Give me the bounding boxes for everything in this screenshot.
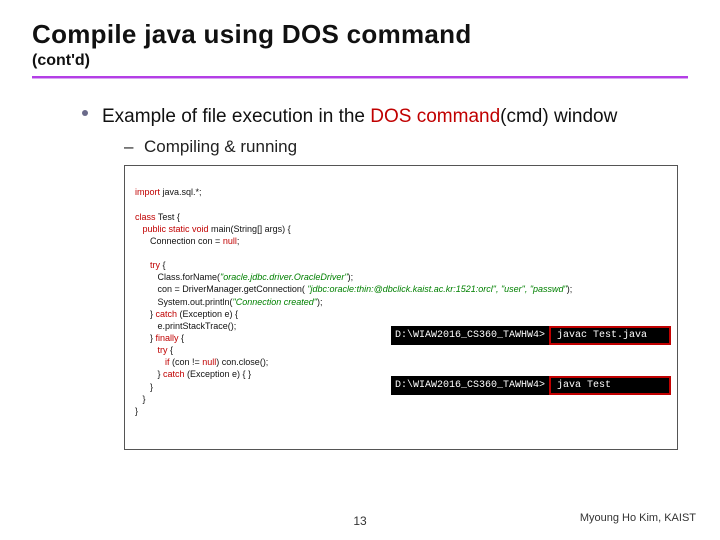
sub-bullet-row: – Compiling & running (82, 137, 678, 157)
code-t: } (135, 369, 163, 379)
dash-icon: – (124, 137, 138, 157)
code-t: e.printStackTrace(); (135, 321, 236, 331)
code-t: { (179, 333, 185, 343)
bullet-row: Example of file execution in the DOS com… (82, 101, 678, 133)
code-kw: catch (156, 309, 178, 319)
code-kw: null (202, 357, 216, 367)
code-t: (Exception e) { (177, 309, 238, 319)
code-t: java.sql.*; (160, 187, 202, 197)
bullet-text: Example of file execution in the DOS com… (102, 101, 617, 133)
code-t: Class.forName( (135, 272, 220, 282)
code-t: } (135, 333, 156, 343)
slide-subtitle: (cont'd) (32, 52, 688, 70)
code-str: "oracle.jdbc.driver.OracleDriver" (220, 272, 348, 282)
code-kw: catch (163, 369, 185, 379)
cmd-prompt: D:\WIAW2016_CS360_TAWHW4> (391, 376, 549, 396)
bullet-emph: DOS command (370, 106, 500, 127)
code-t: System.out.println( (135, 297, 233, 307)
content-body: Example of file execution in the DOS com… (32, 101, 688, 450)
code-t: } (135, 406, 138, 416)
code-t: Test { (156, 212, 180, 222)
slide-title: Compile java using DOS command (32, 20, 688, 50)
code-str: "Connection created" (233, 297, 317, 307)
code-t: con = DriverManager.getConnection( (135, 284, 307, 294)
code-box: import java.sql.*; class Test { public s… (124, 165, 678, 450)
code-t: ) con.close(); (216, 357, 268, 367)
code-str: "jdbc:oracle:thin:@dbclick.kaist.ac.kr:1… (307, 284, 566, 294)
cmd-input: javac Test.java (549, 326, 671, 346)
code-t: Connection con = (135, 236, 223, 246)
cmd-line: D:\WIAW2016_CS360_TAWHW4> javac Test.jav… (391, 326, 671, 346)
code-t: ); (567, 284, 573, 294)
code-t: main(String[] args) { (209, 224, 291, 234)
cmd-input: java Test (549, 376, 671, 396)
bullet-prefix: Example of file execution in the (102, 106, 370, 127)
footer-credit: Myoung Ho Kim, KAIST (580, 512, 696, 524)
cmd-line: D:\WIAW2016_CS360_TAWHW4> java Test (391, 376, 671, 396)
code-kw: null (223, 236, 237, 246)
code-t: ); (348, 272, 354, 282)
code-t: { (168, 345, 174, 355)
title-divider (32, 76, 688, 79)
sub-bullet-text: Compiling & running (144, 137, 297, 157)
code-t: { (160, 260, 166, 270)
code-kw: finally (156, 333, 179, 343)
code-kw: if (135, 357, 170, 367)
code-t: (con != (170, 357, 203, 367)
code-kw: public static void (135, 224, 209, 234)
code-t: } (135, 309, 156, 319)
code-kw: try (135, 260, 160, 270)
code-t: (Exception e) { } (185, 369, 252, 379)
code-t: } (135, 382, 153, 392)
code-t: ); (317, 297, 323, 307)
cmd-overlay: D:\WIAW2016_CS360_TAWHW4> javac Test.jav… (391, 301, 671, 425)
code-t: ; (237, 236, 240, 246)
code-kw: class (135, 212, 156, 222)
bullet-dot-icon (82, 110, 88, 116)
code-kw: try (135, 345, 168, 355)
code-t: } (135, 394, 146, 404)
bullet-suffix: (cmd) window (500, 106, 617, 127)
code-kw: import (135, 187, 160, 197)
cmd-prompt: D:\WIAW2016_CS360_TAWHW4> (391, 326, 549, 346)
